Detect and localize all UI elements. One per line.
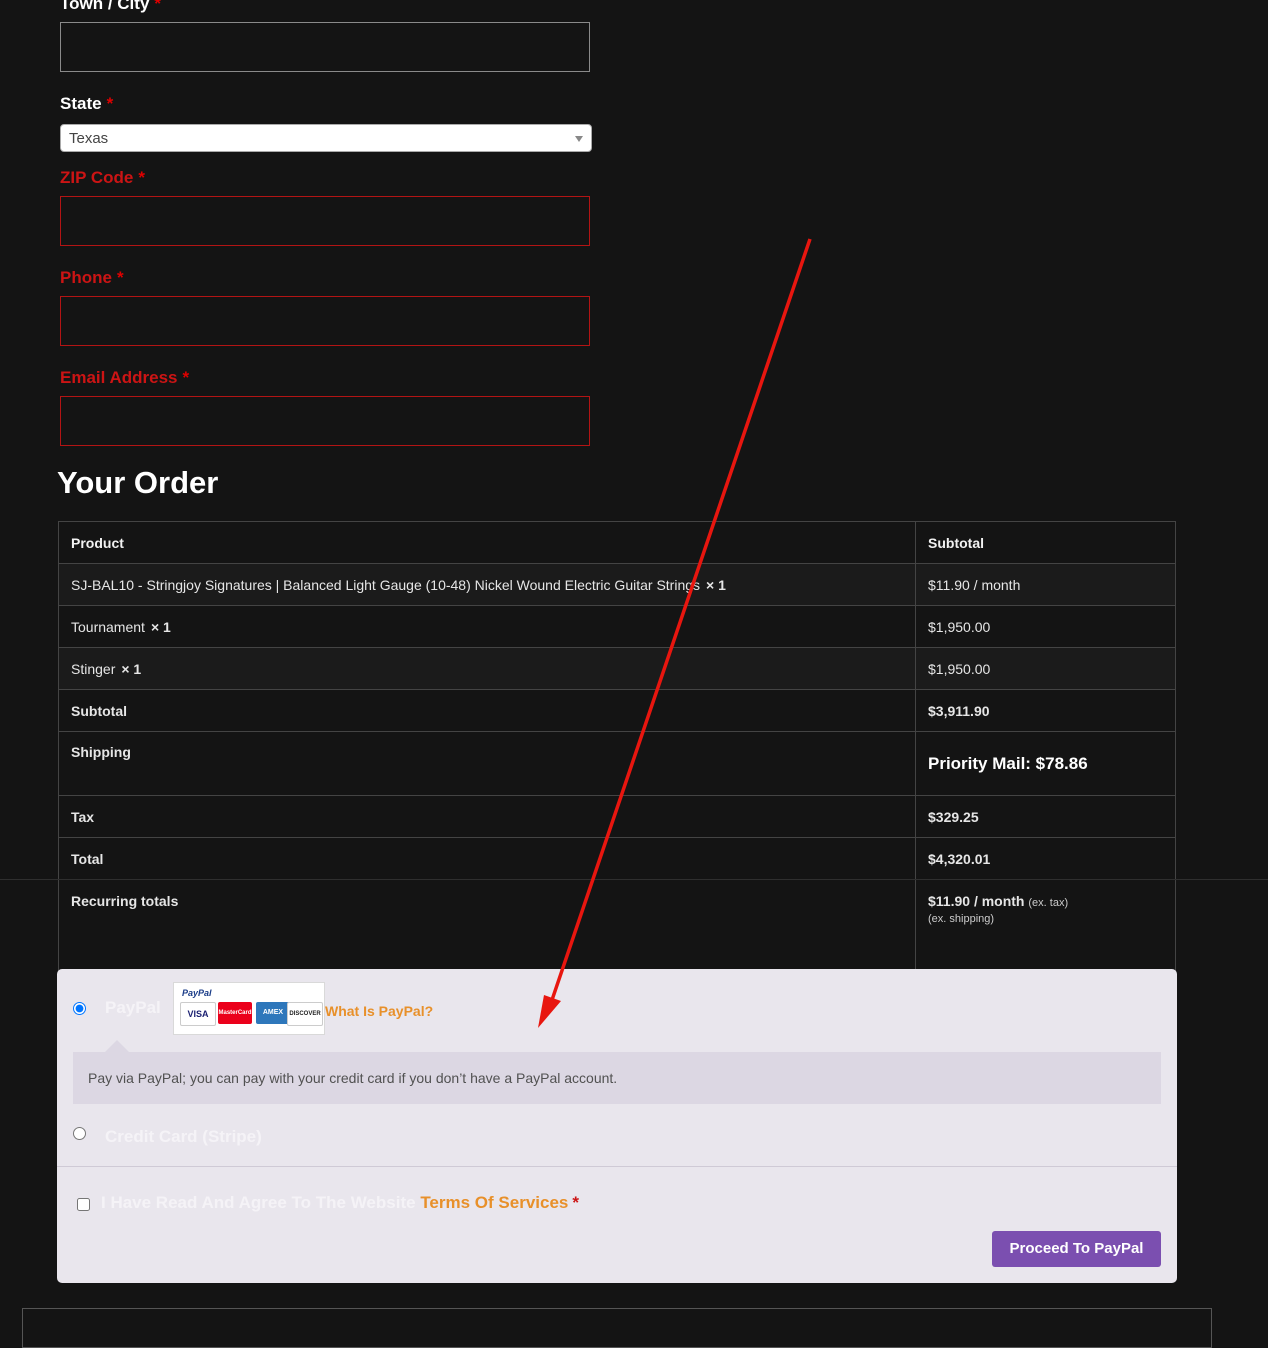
chevron-down-icon (575, 136, 583, 142)
recurring-tax-note: (ex. tax) (1028, 897, 1069, 909)
paypal-logo-icon: PayPal (182, 988, 212, 998)
phone-label: Phone * (60, 268, 124, 287)
item-price-cell: $1,950.00 (915, 647, 1176, 690)
item-name-cell: SJ-BAL10 - Stringjoy Signatures | Balanc… (58, 563, 916, 606)
table-row: Stinger × 1 $1,950.00 (58, 647, 1176, 690)
paypal-acceptance-mark: PayPal VISA MasterCard AMEX DISCOVER (173, 982, 325, 1035)
discover-card-icon: DISCOVER (287, 1002, 323, 1026)
email-label: Email Address * (60, 368, 190, 387)
shipping-value-cell: Priority Mail: $78.86 (915, 731, 1176, 796)
shipping-row: Shipping Priority Mail: $78.86 (58, 731, 1176, 796)
recurring-value: $11.90 / month (928, 893, 1025, 909)
stripe-radio[interactable] (73, 1127, 86, 1140)
tax-row: Tax $329.25 (58, 795, 1176, 838)
terms-label: I Have Read And Agree To The Website Ter… (101, 1193, 579, 1212)
total-value: $4,320.01 (915, 837, 1176, 880)
total-row: Total $4,320.01 (58, 837, 1176, 880)
table-header-row: Product Subtotal (58, 521, 1176, 564)
description-notch (105, 1040, 129, 1052)
stripe-label[interactable]: Credit Card (Stripe) (105, 1127, 262, 1147)
phone-field[interactable] (60, 296, 590, 346)
recurring-shipping-note: (ex. shipping) (928, 913, 995, 925)
zip-code-label: ZIP Code * (60, 168, 145, 187)
paypal-label[interactable]: PayPal (105, 998, 161, 1018)
item-name-cell: Tournament × 1 (58, 605, 916, 648)
item-price-cell: $11.90 / month (915, 563, 1176, 606)
email-field[interactable] (60, 396, 590, 446)
subtotal-column-header: Subtotal (915, 521, 1176, 564)
town-city-label: Town / City * (60, 0, 162, 13)
tax-value: $329.25 (915, 795, 1176, 838)
order-table: Product Subtotal SJ-BAL10 - Stringjoy Si… (58, 521, 1176, 973)
amex-card-icon: AMEX (256, 1002, 290, 1024)
tax-label: Tax (58, 795, 916, 838)
state-select[interactable]: Texas (60, 124, 592, 152)
shipping-value: Priority Mail: $78.86 (928, 753, 1088, 773)
proceed-to-paypal-button[interactable]: Proceed To PayPal (992, 1231, 1161, 1267)
footer-box (22, 1308, 1212, 1348)
divider (0, 879, 1268, 880)
order-title: Your Order (57, 465, 219, 500)
mastercard-icon: MasterCard (218, 1002, 252, 1024)
what-is-paypal-link[interactable]: What Is PayPal? (325, 1003, 433, 1019)
shipping-label: Shipping (58, 731, 916, 796)
terms-checkbox[interactable] (77, 1198, 90, 1211)
visa-card-icon: VISA (180, 1002, 216, 1026)
item-name-cell: Stinger × 1 (58, 647, 916, 690)
item-price-cell: $1,950.00 (915, 605, 1176, 648)
state-label: State * (60, 94, 114, 113)
subtotal-row: Subtotal $3,911.90 (58, 689, 1176, 732)
recurring-totals-label: Recurring totals (58, 879, 916, 973)
table-row: SJ-BAL10 - Stringjoy Signatures | Balanc… (58, 563, 1176, 606)
product-column-header: Product (58, 521, 916, 564)
subtotal-label: Subtotal (58, 689, 916, 732)
state-select-value: Texas (69, 130, 109, 147)
town-city-field[interactable] (60, 22, 590, 72)
table-row: Tournament × 1 $1,950.00 (58, 605, 1176, 648)
total-label: Total (58, 837, 916, 880)
payment-divider (57, 1166, 1177, 1167)
zip-code-field[interactable] (60, 196, 590, 246)
recurring-totals-cell: $11.90 / month (ex. tax) (ex. shipping) (915, 879, 1176, 973)
paypal-description: Pay via PayPal; you can pay with your cr… (73, 1052, 1161, 1104)
recurring-totals-row: Recurring totals $11.90 / month (ex. tax… (58, 879, 1176, 973)
payment-section: PayPal PayPal VISA MasterCard AMEX DISCO… (57, 969, 1177, 1283)
terms-of-service-link[interactable]: Terms Of Services (420, 1193, 568, 1212)
subtotal-value: $3,911.90 (915, 689, 1176, 732)
paypal-radio[interactable] (73, 1002, 86, 1015)
